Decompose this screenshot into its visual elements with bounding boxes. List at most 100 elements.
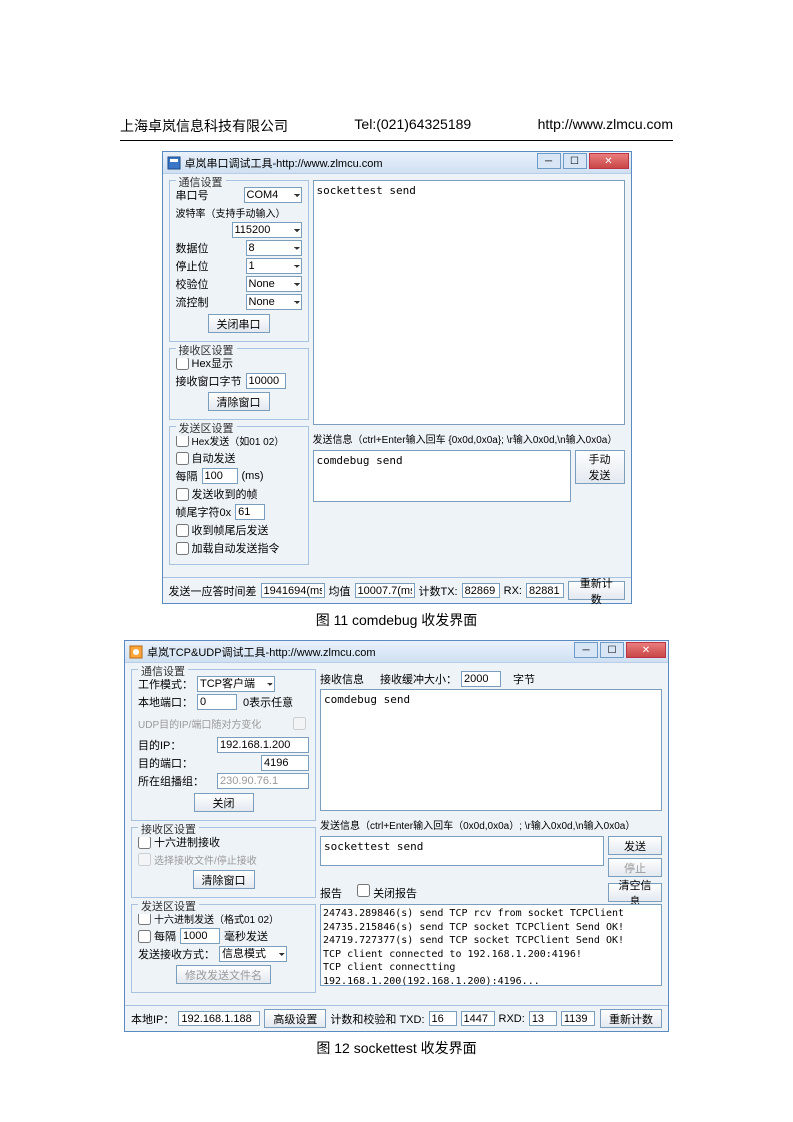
send-recv-mode-select[interactable]: 信息模式 bbox=[219, 946, 287, 962]
checksum-label: 计数和校验和 TXD: bbox=[330, 1011, 424, 1027]
recv-textarea[interactable]: sockettest send bbox=[313, 180, 625, 425]
resp-diff-label: 发送一应答时间差 bbox=[169, 583, 257, 599]
close-port-button[interactable]: 关闭串口 bbox=[208, 314, 270, 333]
sockettest-window: 卓岚TCP&UDP调试工具-http://www.zlmcu.com ─ ☐ ✕… bbox=[124, 640, 669, 1032]
send-textarea[interactable]: comdebug send bbox=[313, 450, 571, 502]
company-url: http://www.zlmcu.com bbox=[538, 116, 673, 136]
app-icon bbox=[167, 156, 181, 170]
send-after-tail-checkbox[interactable] bbox=[176, 524, 189, 537]
interval-input[interactable] bbox=[202, 468, 238, 484]
hex-display-checkbox[interactable] bbox=[176, 357, 189, 370]
reset-count-button[interactable]: 重新计数 bbox=[568, 581, 625, 600]
interval-input[interactable] bbox=[180, 928, 220, 944]
port-select[interactable]: COM4 bbox=[244, 187, 302, 203]
send-textarea[interactable]: sockettest send bbox=[320, 836, 604, 866]
comm-settings-group: 通信设置 工作模式：TCP客户端 本地端口：0表示任意 UDP目的IP/端口随对… bbox=[131, 669, 316, 821]
avg-value bbox=[355, 583, 415, 598]
close-report-checkbox[interactable] bbox=[357, 884, 370, 897]
dest-ip-label: 目的IP： bbox=[138, 737, 181, 753]
mode-select[interactable]: TCP客户端 bbox=[197, 676, 275, 692]
recv-settings-group: 接收区设置 十六进制接收 选择接收文件/停止接收 清除窗口 bbox=[131, 827, 316, 898]
databits-select[interactable]: 8 bbox=[246, 240, 302, 256]
maximize-button[interactable]: ☐ bbox=[563, 153, 587, 169]
send-frame-checkbox[interactable] bbox=[176, 488, 189, 501]
local-ip-value bbox=[178, 1011, 260, 1026]
auto-send-label: 自动发送 bbox=[192, 450, 236, 466]
send-info-label: 发送信息（ctrl+Enter输入回车（0x0d,0x0a）; \r输入0x0d… bbox=[320, 817, 635, 832]
titlebar[interactable]: 卓岚TCP&UDP调试工具-http://www.zlmcu.com ─ ☐ ✕ bbox=[125, 641, 668, 663]
resp-diff-value bbox=[261, 583, 325, 598]
status-bar: 发送一应答时间差 均值 计数TX: RX: 重新计数 bbox=[163, 577, 631, 603]
rx-label: RX: bbox=[504, 585, 522, 597]
local-port-input[interactable] bbox=[197, 694, 237, 710]
group-legend: 发送区设置 bbox=[176, 420, 237, 436]
titlebar[interactable]: 卓岚串口调试工具-http://www.zlmcu.com ─ ☐ ✕ bbox=[163, 152, 631, 174]
tx-value bbox=[462, 583, 500, 598]
send-info-label: 发送信息（ctrl+Enter输入回车 {0x0d,0x0a}; \r输入0x0… bbox=[313, 431, 618, 446]
local-port-hint: 0表示任意 bbox=[243, 694, 293, 710]
window-title: 卓岚TCP&UDP调试工具-http://www.zlmcu.com bbox=[147, 644, 376, 660]
recv-buf-input[interactable] bbox=[461, 671, 501, 687]
rxd-count bbox=[529, 1011, 557, 1026]
send-frame-label: 发送收到的帧 bbox=[192, 486, 258, 502]
report-line: 24719.727377(s) send TCP socket TCPClien… bbox=[323, 934, 659, 948]
load-autocmd-label: 加载自动发送指令 bbox=[192, 540, 280, 556]
interval-label: 每隔 bbox=[176, 468, 198, 484]
reset-count-button[interactable]: 重新计数 bbox=[600, 1009, 662, 1028]
dest-port-input[interactable] bbox=[261, 755, 309, 771]
flow-select[interactable]: None bbox=[246, 294, 302, 310]
clear-info-button[interactable]: 清空信息 bbox=[608, 883, 662, 902]
interval-checkbox[interactable] bbox=[138, 930, 151, 943]
load-autocmd-checkbox[interactable] bbox=[176, 542, 189, 555]
report-line: TCP client connected to 192.168.1.200:41… bbox=[323, 948, 659, 962]
doc-header: 上海卓岚信息科技有限公司 Tel:(021)64325189 http://ww… bbox=[120, 116, 673, 141]
advanced-button[interactable]: 高级设置 bbox=[264, 1009, 326, 1028]
clear-window-button[interactable]: 清除窗口 bbox=[208, 392, 270, 411]
frame-tail-input[interactable] bbox=[235, 504, 265, 520]
rx-value bbox=[526, 583, 564, 598]
report-area[interactable]: 24743.289846(s) send TCP rcv from socket… bbox=[320, 904, 662, 986]
recv-buf-label: 接收缓冲大小： bbox=[380, 671, 457, 687]
send-after-tail-label: 收到帧尾后发送 bbox=[192, 522, 269, 538]
rxd-bytes bbox=[561, 1011, 595, 1026]
group-legend: 接收区设置 bbox=[138, 821, 199, 837]
auto-send-checkbox[interactable] bbox=[176, 452, 189, 465]
baud-label: 波特率（支持手动输入） bbox=[176, 205, 286, 220]
company-tel: Tel:(021)64325189 bbox=[354, 116, 471, 136]
close-conn-button[interactable]: 关闭 bbox=[194, 793, 254, 812]
local-ip-label: 本地IP： bbox=[131, 1011, 174, 1027]
send-recv-mode-label: 发送接收方式： bbox=[138, 946, 215, 962]
interval-label: 每隔 bbox=[154, 928, 176, 944]
clear-window-button[interactable]: 清除窗口 bbox=[193, 870, 255, 889]
send-button[interactable]: 发送 bbox=[608, 836, 662, 855]
baud-select[interactable]: 115200 bbox=[232, 222, 302, 238]
txd-bytes bbox=[461, 1011, 495, 1026]
figure-caption-11: 图 11 comdebug 收发界面 bbox=[120, 610, 673, 630]
send-settings-group: 发送区设置 Hex发送（如01 02） 自动发送 每隔(ms) 发送收到的帧 帧… bbox=[169, 426, 309, 565]
minimize-button[interactable]: ─ bbox=[537, 153, 561, 169]
edit-sendfile-button: 修改发送文件名 bbox=[176, 965, 271, 984]
manual-send-button[interactable]: 手动发送 bbox=[575, 450, 625, 484]
status-bar: 本地IP： 高级设置 计数和校验和 TXD: RXD: 重新计数 bbox=[125, 1005, 668, 1031]
close-button[interactable]: ✕ bbox=[589, 153, 629, 169]
recv-bytes-input[interactable] bbox=[246, 373, 286, 389]
dest-ip-input[interactable] bbox=[217, 737, 309, 753]
recv-textarea[interactable]: comdebug send bbox=[320, 689, 662, 811]
report-line: 24743.289846(s) send TCP rcv from socket… bbox=[323, 907, 659, 921]
group-input[interactable] bbox=[217, 773, 309, 789]
stopbits-select[interactable]: 1 bbox=[246, 258, 302, 274]
recv-bytes-label: 接收窗口字节 bbox=[176, 373, 242, 389]
hex-recv-checkbox[interactable] bbox=[138, 836, 151, 849]
frame-tail-label: 帧尾字符0x bbox=[176, 504, 232, 520]
maximize-button[interactable]: ☐ bbox=[600, 642, 624, 658]
group-legend: 接收区设置 bbox=[176, 342, 237, 358]
close-button[interactable]: ✕ bbox=[626, 642, 666, 658]
flow-label: 流控制 bbox=[176, 294, 209, 310]
group-label: 所在组播组： bbox=[138, 773, 204, 789]
report-line: TCP client connectting 192.168.1.200(192… bbox=[323, 961, 659, 986]
local-port-label: 本地端口： bbox=[138, 694, 193, 710]
parity-select[interactable]: None bbox=[246, 276, 302, 292]
close-report-label: 关闭报告 bbox=[373, 888, 417, 900]
stopbits-label: 停止位 bbox=[176, 258, 209, 274]
minimize-button[interactable]: ─ bbox=[574, 642, 598, 658]
